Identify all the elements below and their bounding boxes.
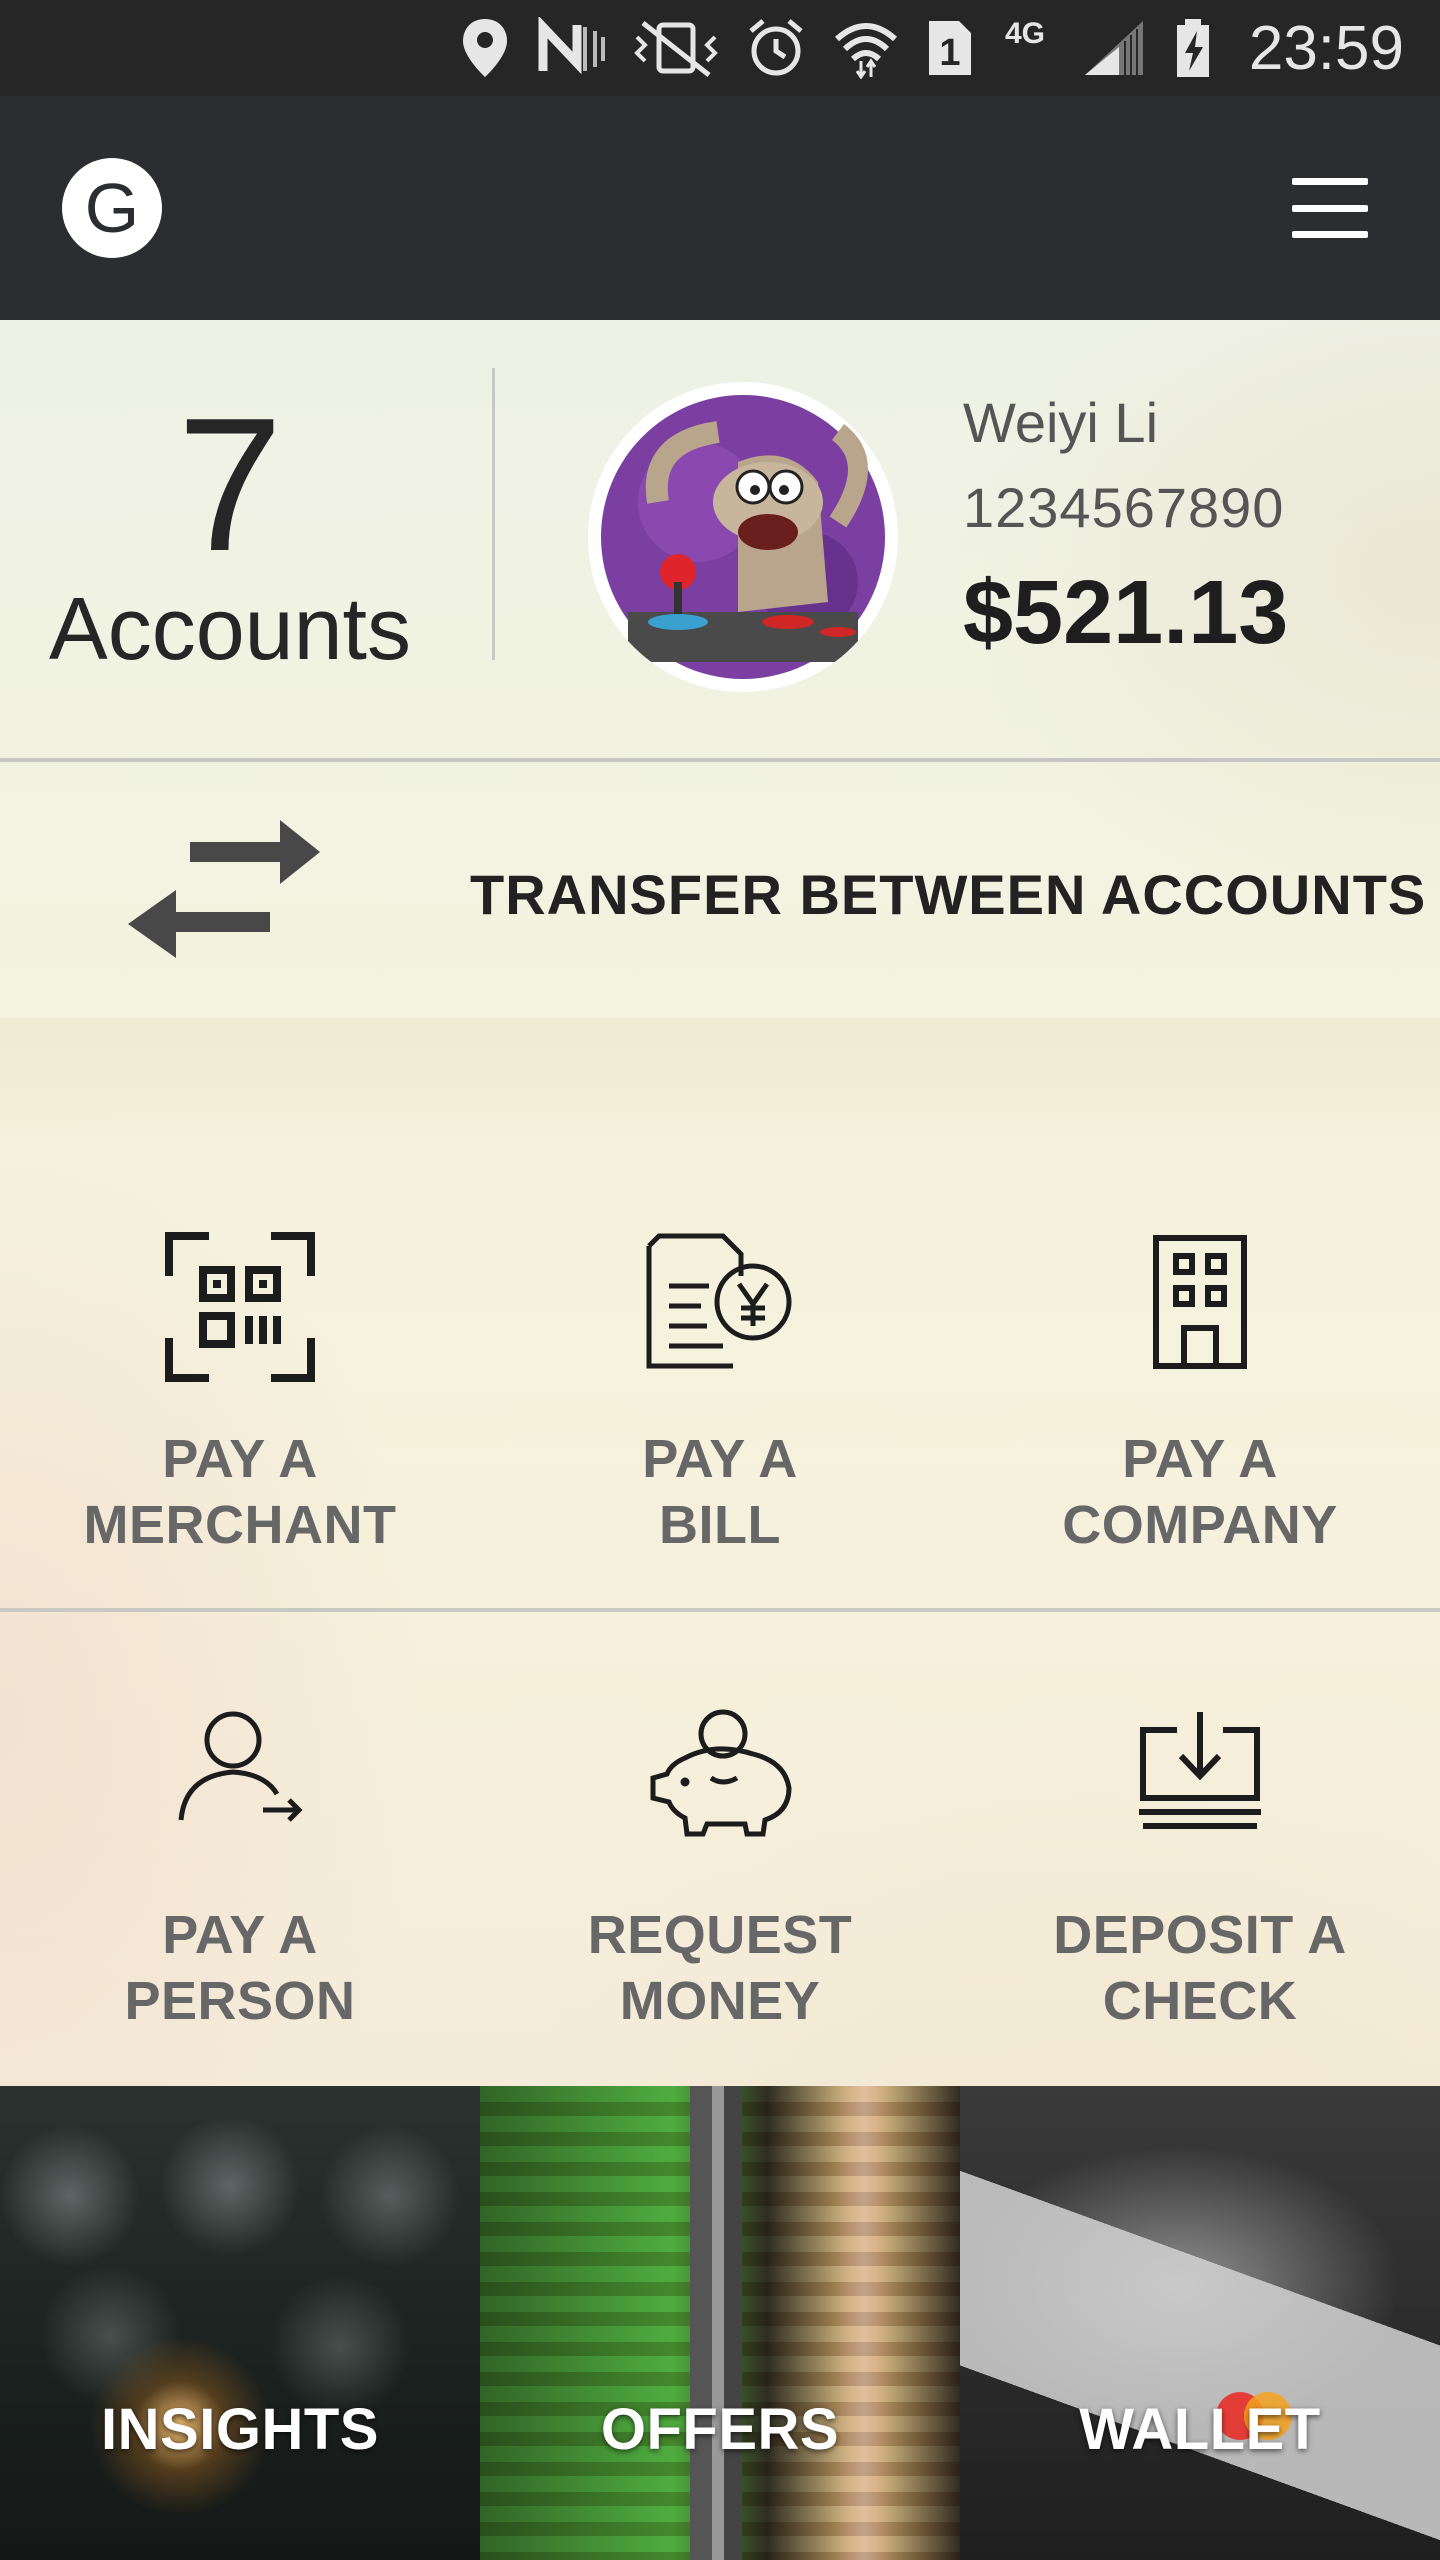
- request-money-button[interactable]: REQUEST MONEY: [480, 1612, 960, 2082]
- hamburger-menu-icon[interactable]: [1292, 178, 1368, 238]
- alarm-icon: [745, 18, 807, 78]
- transfer-arrows-icon: [120, 812, 340, 977]
- deposit-tray-icon: [1135, 1708, 1265, 1837]
- location-icon: [459, 18, 511, 78]
- app-logo[interactable]: G: [62, 158, 162, 258]
- offers-tile[interactable]: OFFERS: [480, 2086, 960, 2560]
- tile-label: WALLET: [1079, 2397, 1321, 2462]
- user-name: Weiyi Li: [963, 391, 1159, 454]
- action-label-line2: CHECK: [1102, 1971, 1298, 2031]
- accounts-count: 7: [177, 379, 283, 591]
- battery-charging-icon: [1173, 18, 1213, 78]
- building-icon: [1150, 1232, 1250, 1377]
- account-summary: 7 Accounts Weiyi Li 1234567890 $521.13: [0, 320, 1440, 760]
- tile-label: INSIGHTS: [101, 2397, 379, 2462]
- action-label-line2: BILL: [659, 1495, 781, 1555]
- svg-text:4G: 4G: [1005, 17, 1045, 50]
- pay-bill-button[interactable]: PAY A BILL: [480, 1136, 960, 1606]
- user-phone: 1234567890: [963, 476, 1285, 539]
- transfer-label: TRANSFER BETWEEN ACCOUNTS: [470, 863, 1427, 926]
- balance: $521.13: [963, 563, 1289, 663]
- signal-icon: [1081, 18, 1147, 78]
- action-label-line2: PERSON: [124, 1971, 356, 2031]
- accounts-label: Accounts: [49, 579, 411, 678]
- pay-person-button[interactable]: PAY A PERSON: [0, 1612, 480, 2082]
- tile-label: OFFERS: [600, 2397, 840, 2462]
- wallet-tile[interactable]: WALLET: [960, 2086, 1440, 2560]
- action-label-line1: PAY A: [162, 1429, 318, 1489]
- actions-row-2: PAY A PERSON REQUEST MONEY DEPOSIT A CHE…: [0, 1612, 1440, 2082]
- action-label-line1: PAY A: [162, 1905, 318, 1965]
- action-label-line1: PAY A: [1122, 1429, 1278, 1489]
- status-bar: 1 4G 23:59: [0, 0, 1440, 96]
- action-label-line1: DEPOSIT A: [1053, 1905, 1347, 1965]
- piggy-bank-icon: [645, 1708, 795, 1843]
- nfc-icon: [537, 17, 607, 78]
- insights-tile[interactable]: INSIGHTS: [0, 2086, 480, 2560]
- pay-company-button[interactable]: PAY A COMPANY: [960, 1136, 1440, 1606]
- avatar[interactable]: [588, 382, 898, 692]
- action-label-line2: COMPANY: [1062, 1495, 1338, 1555]
- transfer-button[interactable]: TRANSFER BETWEEN ACCOUNTS: [0, 762, 1440, 1018]
- vibrate-icon: [633, 18, 719, 78]
- app-bar: G: [0, 96, 1440, 320]
- sim-1-icon: 1: [925, 18, 975, 78]
- clock: 23:59: [1248, 13, 1404, 83]
- spacer-band: [0, 1018, 1440, 1136]
- vertical-divider: [492, 368, 495, 660]
- actions-row-1: PAY A MERCHANT PAY A BILL PAY A COMPANY: [0, 1136, 1440, 1606]
- action-label-line2: MERCHANT: [83, 1495, 397, 1555]
- deposit-check-button[interactable]: DEPOSIT A CHECK: [960, 1612, 1440, 2082]
- action-label-line2: MONEY: [619, 1971, 821, 2031]
- person-arrow-icon: [175, 1708, 305, 1829]
- feature-tiles: INSIGHTS OFFERS WALLET: [0, 2086, 1440, 2560]
- qr-code-icon: [165, 1232, 315, 1387]
- action-label-line1: PAY A: [642, 1429, 798, 1489]
- action-label-line1: REQUEST: [587, 1905, 853, 1965]
- svg-text:1: 1: [939, 32, 960, 74]
- pay-merchant-button[interactable]: PAY A MERCHANT: [0, 1136, 480, 1606]
- profile-info: Weiyi Li 1234567890 $521.13: [963, 390, 1288, 665]
- accounts-count-block[interactable]: 7 Accounts: [0, 390, 460, 680]
- wifi-icon: [833, 18, 899, 79]
- network-4g-icon: 4G: [1001, 17, 1055, 78]
- bill-yen-icon: [645, 1232, 795, 1377]
